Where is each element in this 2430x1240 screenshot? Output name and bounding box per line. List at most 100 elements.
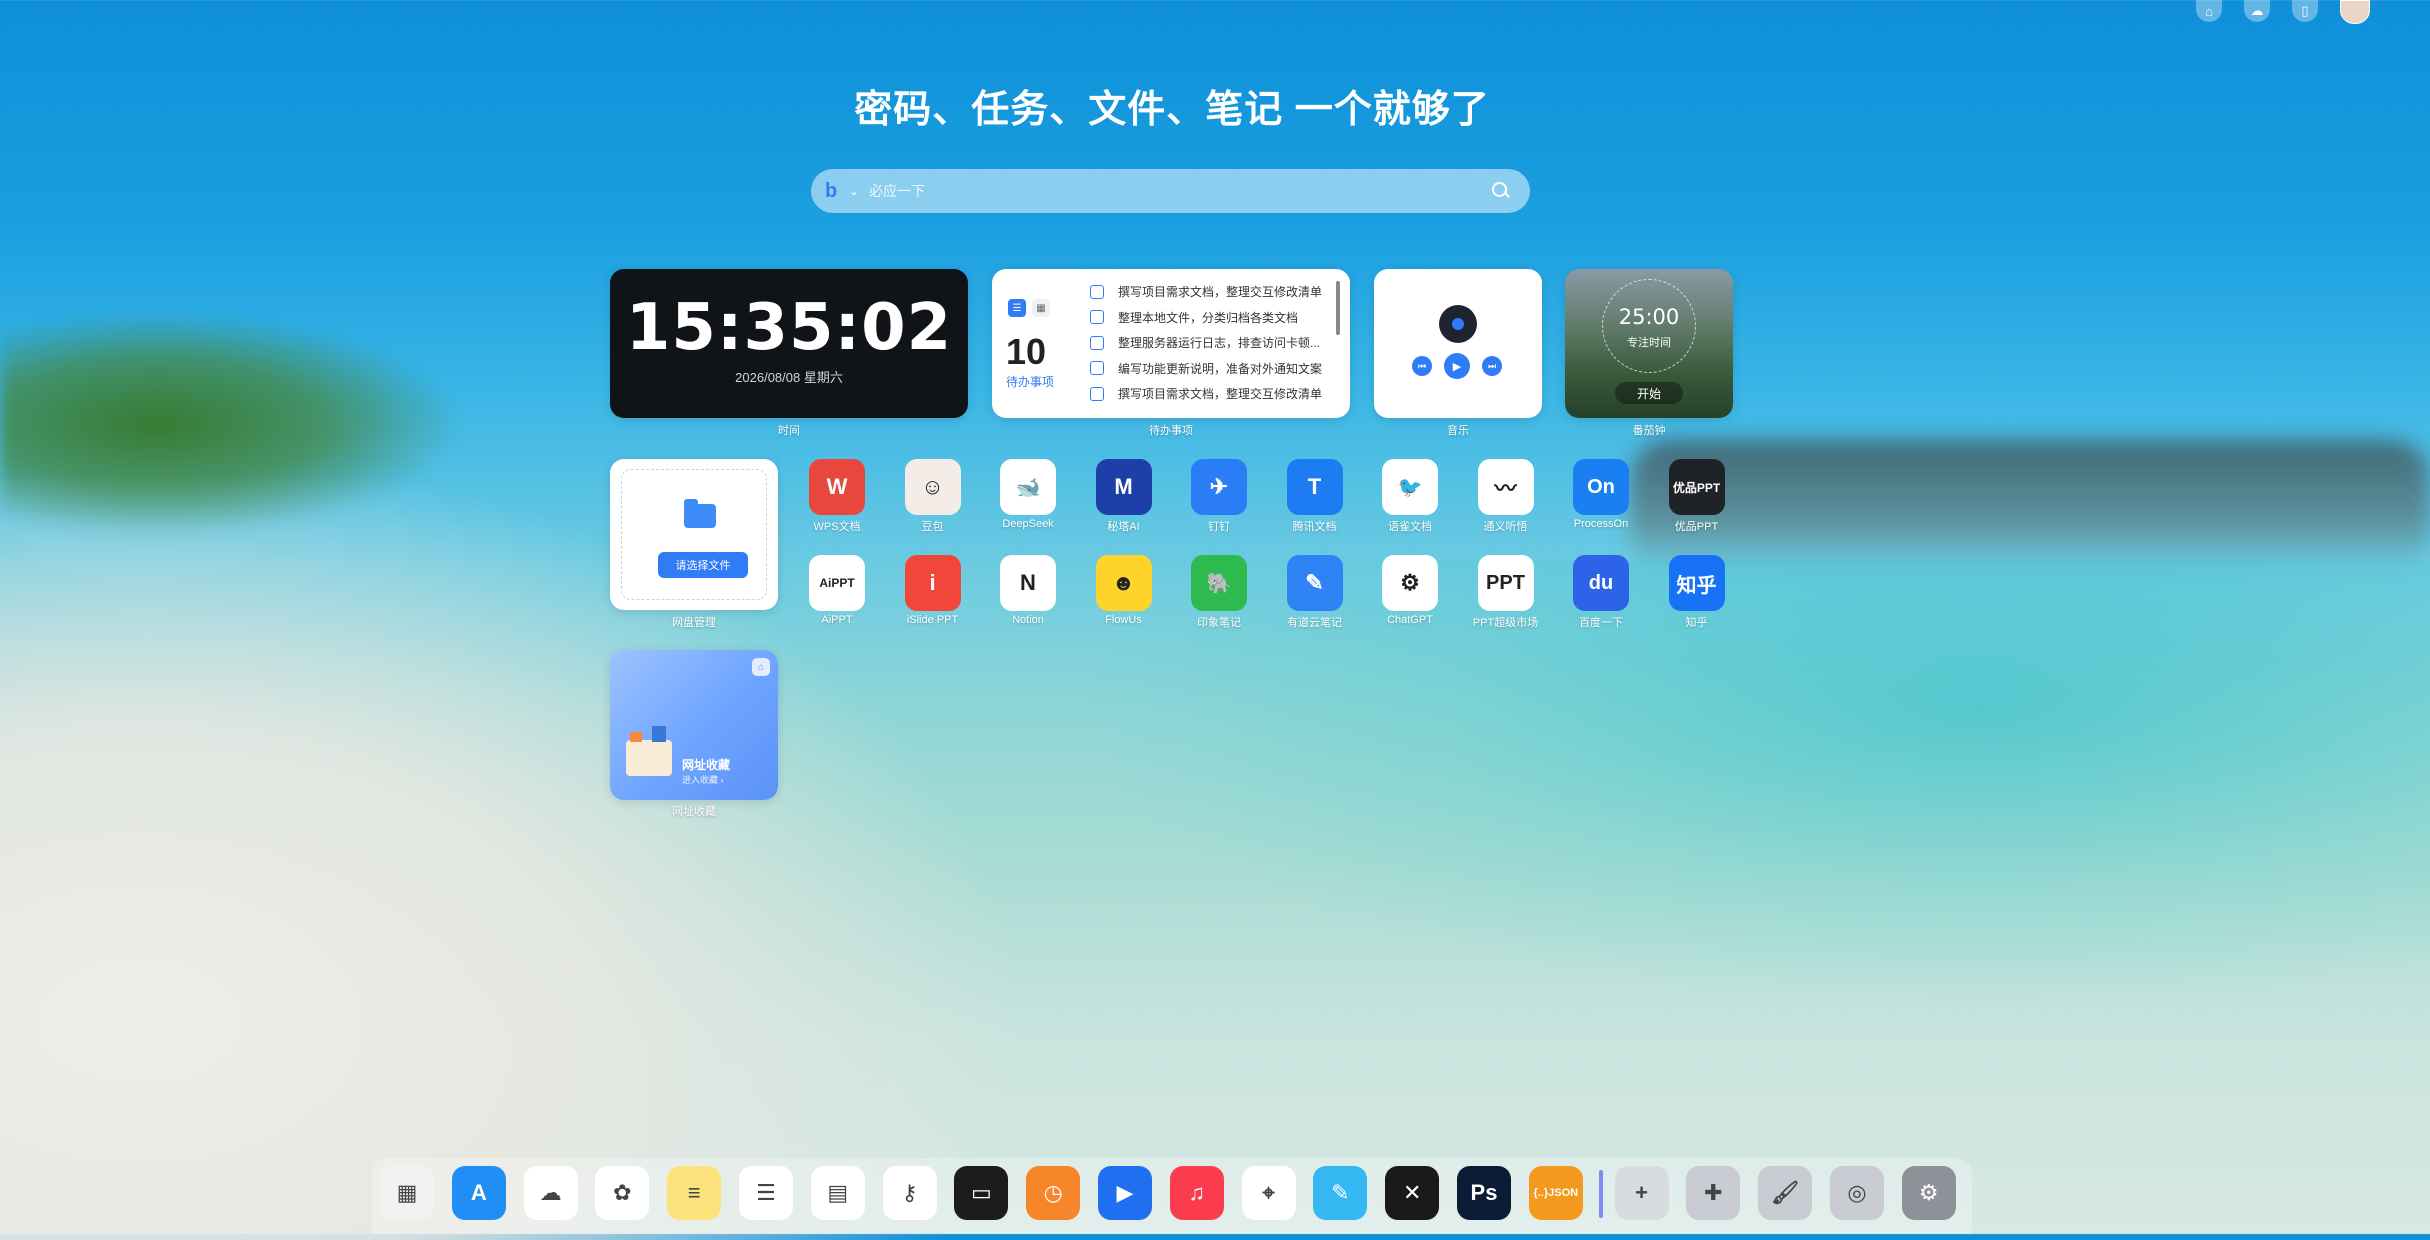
ppt-market-icon-glyph: PPT xyxy=(1486,571,1525,594)
settings-icon[interactable]: ⚙ xyxy=(1901,1166,1956,1220)
dingtalk-icon[interactable]: ✈ xyxy=(1191,459,1247,515)
safari-icon[interactable]: ⌖ xyxy=(1241,1166,1296,1220)
checkbox[interactable] xyxy=(1090,335,1104,350)
baidu-icon[interactable]: du xyxy=(1573,555,1629,611)
favorites-caption: 网址收藏 xyxy=(672,806,716,818)
checkbox[interactable] xyxy=(1090,386,1104,401)
app-label: 钉钉 xyxy=(1208,521,1230,533)
launchpad-icon[interactable]: ▦ xyxy=(380,1166,434,1220)
checkbox[interactable] xyxy=(1090,284,1104,299)
drop-zone[interactable]: 请选择文件 xyxy=(621,469,767,600)
todo-item[interactable]: 撰写项目需求文档，整理交互修改清单 xyxy=(1090,381,1330,407)
search-input[interactable] xyxy=(867,182,1490,200)
favorites-subtitle[interactable]: 进入收藏 › xyxy=(682,773,724,786)
yuque-icon[interactable]: 🐦 xyxy=(1382,459,1438,515)
photos-icon[interactable]: ✿ xyxy=(595,1166,650,1220)
list-view-icon[interactable]: ☰ xyxy=(1008,299,1026,317)
home-icon[interactable]: ⌂ xyxy=(752,658,770,676)
add-icon[interactable]: + xyxy=(1614,1166,1669,1220)
disk-widget[interactable]: 请选择文件 xyxy=(610,459,778,610)
start-button[interactable]: 开始 xyxy=(1615,382,1683,404)
youpin-ppt-icon[interactable]: 优品PPT xyxy=(1668,459,1725,515)
search-icon[interactable] xyxy=(1490,180,1512,202)
plugin-icon[interactable]: ✚ xyxy=(1686,1166,1741,1220)
scrollbar[interactable] xyxy=(1336,281,1340,335)
app-label: 语雀文档 xyxy=(1388,521,1432,533)
clock-icon[interactable]: ◷ xyxy=(1026,1166,1081,1220)
tencent-docs-icon[interactable]: T xyxy=(1286,459,1343,515)
play-icon[interactable]: ▶ xyxy=(1444,353,1470,379)
chatgpt-icon[interactable]: ⚙ xyxy=(1382,555,1438,611)
building-icon xyxy=(626,726,672,776)
play-icon[interactable]: ▶ xyxy=(1098,1166,1152,1220)
avatar[interactable] xyxy=(2340,0,2370,24)
doubao-icon[interactable]: ☺ xyxy=(904,459,961,515)
processon-icon-glyph: On xyxy=(1587,475,1615,498)
todo-item[interactable]: 整理服务器运行日志，排查访问卡顿... xyxy=(1090,330,1330,356)
music-icon[interactable]: ♫ xyxy=(1169,1166,1224,1220)
app-label: ProcessOn xyxy=(1573,518,1629,530)
notion-icon[interactable]: N xyxy=(1000,555,1056,611)
app-label: 通义听悟 xyxy=(1483,521,1528,533)
previous-icon[interactable]: ⏮ xyxy=(1412,356,1432,376)
clock-widget[interactable]: 15:35:02 2026/08/08 星期六 xyxy=(610,269,968,418)
todo-widget[interactable]: ☰ ▦ 10 待办事项 撰写项目需求文档，整理交互修改清单 整理本地文件，分类归… xyxy=(992,269,1350,418)
todo-item[interactable]: 编写功能更新说明，准备对外通知文案 xyxy=(1090,356,1330,382)
chatgpt-icon-glyph: ⚙ xyxy=(1400,570,1420,595)
calendar-icon-glyph: ▤ xyxy=(827,1180,849,1205)
select-file-button[interactable]: 请选择文件 xyxy=(658,552,748,578)
reminders-icon[interactable]: ☰ xyxy=(739,1166,793,1220)
app-label: 知乎 xyxy=(1685,617,1708,629)
aippt-icon[interactable]: AiPPT xyxy=(809,555,865,611)
diff-icon[interactable]: ✕ xyxy=(1385,1166,1440,1220)
checkbox[interactable] xyxy=(1090,361,1104,376)
chevron-down-icon[interactable]: ⌄ xyxy=(849,184,859,198)
favorites-widget[interactable]: ⌂ 网址收藏 进入收藏 › xyxy=(610,650,778,800)
theme-brush-icon[interactable]: 🖌 xyxy=(1758,1166,1813,1220)
freeform-icon[interactable]: ✎ xyxy=(1313,1166,1368,1220)
evernote-icon[interactable]: 🐘 xyxy=(1191,555,1247,611)
home-icon[interactable]: ⌂ xyxy=(2196,0,2222,22)
cloud-icon[interactable]: ☁ xyxy=(2244,0,2270,22)
page-title: 密码、任务、文件、笔记 一个就够了 xyxy=(854,89,1490,131)
flowus-icon[interactable]: ☻ xyxy=(1095,555,1152,611)
islide-icon[interactable]: i xyxy=(904,555,961,611)
pomodoro-widget[interactable]: 25:00 专注时间 开始 xyxy=(1565,269,1733,418)
app-store-icon-glyph: A xyxy=(470,1180,487,1205)
deepseek-icon[interactable]: 🐋 xyxy=(1000,459,1056,515)
grid-view-icon[interactable]: ▦ xyxy=(1032,299,1050,317)
background-water xyxy=(930,560,2430,1060)
wallet-icon[interactable]: ▭ xyxy=(954,1166,1009,1220)
processon-icon[interactable]: On xyxy=(1573,459,1629,515)
layout-icon[interactable]: ▯ xyxy=(2292,0,2318,22)
plugin-icon-glyph: ✚ xyxy=(1704,1180,1723,1205)
json-icon[interactable]: {..}JSON xyxy=(1528,1166,1583,1220)
zhihu-icon[interactable]: 知乎 xyxy=(1668,555,1725,611)
photoshop-icon[interactable]: Ps xyxy=(1457,1166,1511,1220)
todo-item[interactable]: 整理本地文件，分类归档各类文档 xyxy=(1090,305,1330,331)
folder-icon xyxy=(684,499,716,528)
clock-caption: 时间 xyxy=(778,425,800,437)
todo-item[interactable]: 撰写项目需求文档，整理交互修改清单 xyxy=(1090,279,1330,305)
app-store-icon[interactable]: A xyxy=(451,1166,506,1220)
camera-settings-icon-glyph: ◎ xyxy=(1847,1180,1867,1205)
camera-settings-icon[interactable]: ◎ xyxy=(1830,1166,1884,1220)
notes-icon[interactable]: ≡ xyxy=(667,1166,722,1220)
metaso-icon[interactable]: M xyxy=(1095,459,1152,515)
bing-logo-icon[interactable]: b xyxy=(825,181,845,201)
youdao-note-icon[interactable]: ✎ xyxy=(1286,555,1343,611)
photoshop-icon-glyph: Ps xyxy=(1470,1180,1498,1205)
youdao-note-icon-glyph: ✎ xyxy=(1305,570,1324,595)
notion-icon-glyph: N xyxy=(1020,570,1036,595)
icloud-icon[interactable]: ☁ xyxy=(523,1166,578,1220)
checkbox[interactable] xyxy=(1090,310,1104,325)
calendar-icon[interactable]: ▤ xyxy=(810,1166,865,1220)
theme-brush-icon-glyph: 🖌 xyxy=(1771,1180,1800,1205)
passwords-icon[interactable]: ⚷ xyxy=(882,1166,937,1220)
tongyi-icon[interactable]: 〰 xyxy=(1477,459,1534,515)
music-widget[interactable]: ⏮ ▶ ⏭ xyxy=(1374,269,1542,418)
ppt-market-icon[interactable]: PPT xyxy=(1477,555,1534,611)
wps-icon[interactable]: W xyxy=(809,459,865,515)
background-huts xyxy=(1630,440,2430,570)
next-icon[interactable]: ⏭ xyxy=(1482,356,1502,376)
